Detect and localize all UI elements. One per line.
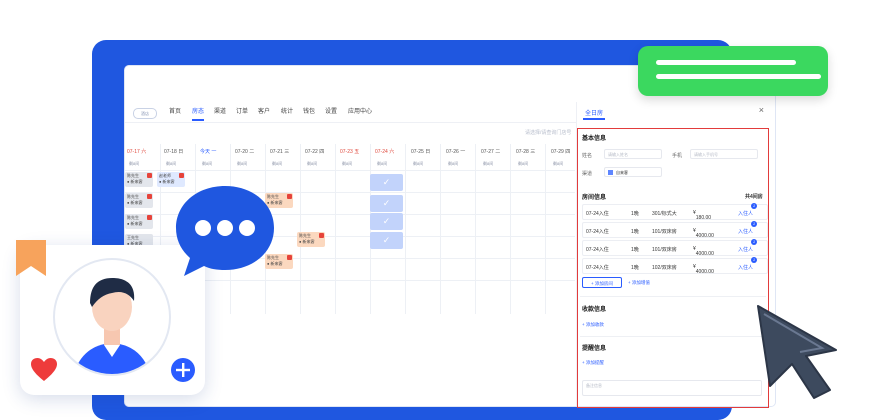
selected-cell[interactable]: ✓ [370,213,403,230]
nav-active-indicator [192,119,204,121]
divider [580,296,766,297]
room-row[interactable]: 07-24入住 1晚 301/标式大 ¥ 180.00 入住人 1 [582,203,768,221]
nav-channel[interactable]: 渠道 [214,106,226,115]
notification-pill [638,46,828,96]
selected-cell[interactable]: ✓ [370,195,403,212]
room-row[interactable]: 07-24入住 1晚 102/双床房 ¥ 4000.00 入住人 1 [582,257,768,275]
room-row[interactable]: 07-24入住 1晚 101/双床房 ¥ 4000.00 入住人 1 [582,221,768,239]
divider [580,336,766,337]
nav-room-status[interactable]: 房态 [192,106,204,115]
close-icon[interactable]: × [759,105,764,115]
phone-input[interactable]: 请输入手机号 [690,149,758,159]
bookmark-icon [16,240,46,276]
remark-input[interactable]: 备注信息 [582,380,762,396]
nav-home[interactable]: 首页 [169,106,181,115]
add-payment-link[interactable]: + 添加收款 [582,322,604,328]
selected-cell[interactable]: ✓ [370,174,403,191]
phone-label: 手机 [672,153,683,159]
nav-stats[interactable]: 统计 [281,106,293,115]
name-label: 姓名 [582,153,593,159]
nav-customers[interactable]: 客户 [258,106,270,115]
panel-title-indicator [583,118,605,120]
plus-circle-icon[interactable] [170,357,196,383]
nav-orders[interactable]: 订单 [236,106,248,115]
name-input[interactable]: 请输入姓名 [604,149,662,159]
app-logo: 酒店 [133,108,157,119]
chat-bubble-icon [176,186,274,276]
room-row[interactable]: 07-24入住 1晚 101/双床房 ¥ 4000.00 入住人 1 [582,239,768,257]
booking-cell[interactable]: 陈先生 ● 新来客 [297,232,325,247]
nav-settings[interactable]: 设置 [325,106,337,115]
add-room-button[interactable]: + 添加房间 [582,277,622,288]
cursor-arrow-icon [757,305,837,399]
booking-cell[interactable]: 陈先生 ● 新来客 [125,193,153,208]
search-hint: 请选择/请查询门店号 [525,130,572,136]
panel-title: 全日房 [585,111,604,117]
booking-cell[interactable]: 陈先生 ● 新来客 [125,172,153,187]
payment-info-title: 收款信息 [582,307,607,313]
room-count: 共4间房 [745,194,763,200]
add-package-link[interactable]: + 添加增值 [628,280,650,286]
remind-info-title: 提醒信息 [582,346,607,352]
basic-info-title: 基本信息 [582,136,607,142]
channel-label: 渠道 [582,171,593,177]
nav-wallet[interactable]: 钱包 [303,106,315,115]
channel-select[interactable]: 自来客 [604,167,662,177]
add-remind-link[interactable]: + 添加提醒 [582,360,604,366]
room-info-title: 房间信息 [582,195,607,201]
booking-cell[interactable]: 陈先生 ● 新来客 [125,214,153,229]
nav-app-center[interactable]: 应用中心 [348,106,372,115]
heart-icon[interactable] [30,357,58,383]
selected-cell[interactable]: ✓ [370,232,403,249]
